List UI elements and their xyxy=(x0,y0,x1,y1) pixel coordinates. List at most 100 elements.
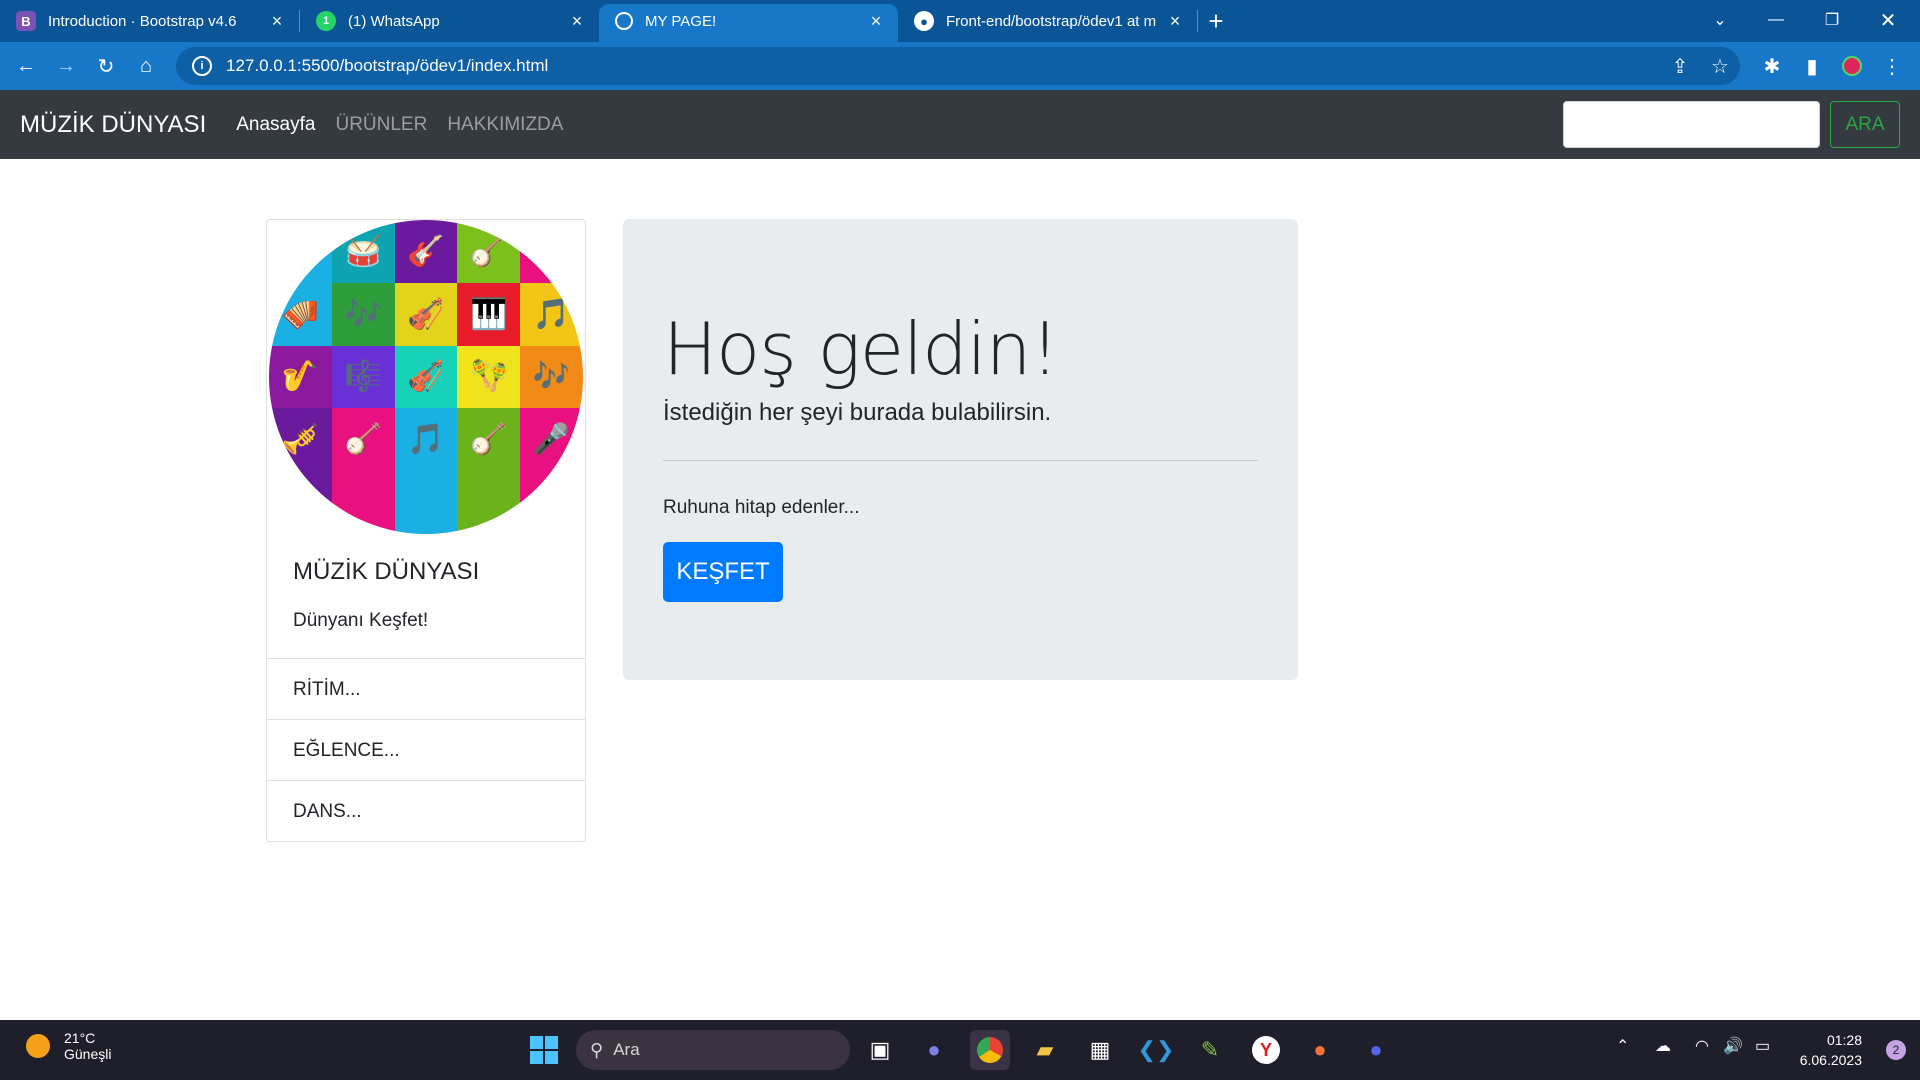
tile-icon xyxy=(457,471,521,534)
weather-temp: 21°C xyxy=(64,1030,96,1046)
tab-search-icon[interactable]: ⌄ xyxy=(1692,0,1748,40)
search-button[interactable]: ARA xyxy=(1830,101,1900,148)
extensions-icon[interactable]: ✱ xyxy=(1752,46,1792,86)
profile-card: 🎸 🥁 🎸 🪕 🎸 🪗 🎶 🎻 🎹 🎵 🎷 🎼 🎻 🪇 🎶 🎺 🪕 🎵 🪕 🎤 … xyxy=(266,219,586,842)
search-placeholder: Ara xyxy=(613,1040,640,1059)
bookmark-star-icon[interactable]: ☆ xyxy=(1700,46,1740,86)
nav-link-products[interactable]: ÜRÜNLER xyxy=(335,114,427,136)
weather-desc: Güneşli xyxy=(64,1046,112,1062)
list-item[interactable]: RİTİM... xyxy=(267,658,585,719)
notepad-icon[interactable]: ✎ xyxy=(1190,1030,1230,1070)
reload-icon[interactable]: ↻ xyxy=(86,46,126,86)
notification-badge[interactable]: 2 xyxy=(1886,1040,1906,1060)
windows-taskbar: 21°C Güneşli ⚲ Ara ▣ ● ▰ ▦ ❮❯ ✎ Y ● ● ⌃ … xyxy=(0,1020,1920,1080)
drums-icon: 🥁 xyxy=(331,220,395,283)
jumbotron-text: Ruhuna hitap edenler... xyxy=(663,497,860,518)
close-tab-icon[interactable]: × xyxy=(866,11,886,31)
tab-title: Front-end/bootstrap/ödev1 at m xyxy=(946,12,1157,30)
file-explorer-icon[interactable]: ▰ xyxy=(1025,1030,1065,1070)
wifi-icon[interactable]: ◠ xyxy=(1695,1036,1709,1056)
search-icon: ⚲ xyxy=(590,1039,604,1060)
accordion-icon: 🪗 xyxy=(269,282,332,346)
instruments-image: 🎸 🥁 🎸 🪕 🎸 🪗 🎶 🎻 🎹 🎵 🎷 🎼 🎻 🪇 🎶 🎺 🪕 🎵 🪕 🎤 xyxy=(269,220,583,534)
menu-dots-icon[interactable]: ⋮ xyxy=(1872,46,1912,86)
firefox-icon[interactable]: ● xyxy=(1300,1030,1340,1070)
saxophone-icon: 🎷 xyxy=(269,345,332,409)
close-window-icon[interactable]: ✕ xyxy=(1860,0,1916,40)
discover-button[interactable]: KEŞFET xyxy=(663,542,783,602)
volume-icon[interactable]: 🔊 xyxy=(1723,1036,1743,1056)
tile-icon xyxy=(269,471,332,534)
search-input[interactable] xyxy=(1563,101,1820,148)
discord-icon[interactable]: ● xyxy=(1356,1030,1396,1070)
list-item[interactable]: EĞLENCE... xyxy=(267,719,585,780)
welcome-jumbotron: Hoş geldin! İstediğin her şeyi burada bu… xyxy=(623,219,1298,680)
flute-icon: 🎺 xyxy=(269,408,332,472)
share-icon[interactable]: ⇪ xyxy=(1660,46,1700,86)
chrome-icon[interactable] xyxy=(970,1030,1010,1070)
close-tab-icon[interactable]: × xyxy=(567,11,587,31)
list-item[interactable]: DANS... xyxy=(267,780,585,841)
github-icon: ● xyxy=(914,11,934,31)
tile-icon xyxy=(520,471,583,534)
profile-avatar[interactable] xyxy=(1832,46,1872,86)
sun-icon xyxy=(26,1034,50,1058)
yandex-icon[interactable]: Y xyxy=(1246,1030,1286,1070)
tab-whatsapp[interactable]: 1 (1) WhatsApp × xyxy=(300,4,599,42)
store-icon[interactable]: ▦ xyxy=(1080,1030,1120,1070)
task-view-icon[interactable]: ▣ xyxy=(860,1030,900,1070)
mandolin-icon: 🪕 xyxy=(457,408,521,472)
harp-icon: 🎶 xyxy=(520,345,583,409)
tab-my-page[interactable]: MY PAGE! × xyxy=(599,4,898,42)
site-navbar: MÜZİK DÜNYASI Anasayfa ÜRÜNLER HAKKIMIZD… xyxy=(0,90,1920,159)
bootstrap-icon: B xyxy=(16,11,36,31)
tab-title: Introduction · Bootstrap v4.6 xyxy=(48,12,237,30)
taskbar-clock[interactable]: 01:28 6.06.2023 xyxy=(1800,1030,1862,1070)
browser-tabstrip: B Introduction · Bootstrap v4.6 × 1 (1) … xyxy=(0,0,1920,42)
close-tab-icon[interactable]: × xyxy=(1165,11,1185,31)
taskbar-search[interactable]: ⚲ Ara xyxy=(576,1030,850,1070)
clock-time: 01:28 xyxy=(1826,1032,1862,1048)
divider xyxy=(663,460,1258,461)
tab-github[interactable]: ● Front-end/bootstrap/ödev1 at m × xyxy=(898,4,1197,42)
vscode-icon[interactable]: ❮❯ xyxy=(1136,1030,1176,1070)
violin-icon: 🎻 xyxy=(394,345,458,409)
card-title: MÜZİK DÜNYASI xyxy=(293,558,480,585)
microphone-icon: 🎤 xyxy=(520,408,583,472)
home-icon[interactable]: ⌂ xyxy=(126,46,166,86)
navbar-brand[interactable]: MÜZİK DÜNYASI xyxy=(20,111,206,139)
chevron-up-icon[interactable]: ⌃ xyxy=(1616,1036,1629,1056)
battery-icon[interactable]: ▭ xyxy=(1755,1036,1770,1056)
close-tab-icon[interactable]: × xyxy=(267,11,287,31)
guitar-icon: 🎸 xyxy=(269,220,332,283)
tile-icon xyxy=(394,471,458,534)
side-panel-icon[interactable]: ▮ xyxy=(1792,46,1832,86)
minimize-icon[interactable]: — xyxy=(1748,0,1804,40)
whatsapp-icon: 1 xyxy=(316,11,336,31)
restore-icon[interactable]: ❐ xyxy=(1804,0,1860,40)
start-button[interactable] xyxy=(524,1030,564,1070)
banjo-icon: 🪕 xyxy=(331,408,395,472)
tile-icon xyxy=(331,471,395,534)
weather-widget[interactable]: 21°C Güneşli xyxy=(26,1030,111,1062)
new-tab-button[interactable]: + xyxy=(1198,4,1234,42)
maracas-icon: 🪇 xyxy=(457,345,521,409)
guitar-icon: 🎸 xyxy=(394,220,458,283)
lead-text: İstediğin her şeyi burada bulabilirsin. xyxy=(663,399,1052,426)
nav-link-home[interactable]: Anasayfa xyxy=(236,114,315,136)
cloud-icon[interactable]: ☁ xyxy=(1655,1036,1671,1056)
tab-bootstrap[interactable]: B Introduction · Bootstrap v4.6 × xyxy=(0,4,299,42)
teams-icon[interactable]: ● xyxy=(914,1030,954,1070)
address-bar[interactable]: i 127.0.0.1:5500/bootstrap/ödev1/index.h… xyxy=(176,47,1740,85)
site-info-icon[interactable]: i xyxy=(192,56,212,76)
globe-icon xyxy=(615,12,633,30)
back-arrow-icon[interactable]: ← xyxy=(6,46,46,86)
windows-logo-icon xyxy=(530,1036,558,1064)
url-text: 127.0.0.1:5500/bootstrap/ödev1/index.htm… xyxy=(226,56,549,75)
nav-link-about[interactable]: HAKKIMIZDA xyxy=(447,114,563,136)
clock-date: 6.06.2023 xyxy=(1799,1052,1862,1068)
panflute-icon: 🎵 xyxy=(520,282,583,346)
tab-title: (1) WhatsApp xyxy=(348,12,440,30)
forward-arrow-icon[interactable]: → xyxy=(46,46,86,86)
harmonica-icon: 🎹 xyxy=(457,282,521,346)
